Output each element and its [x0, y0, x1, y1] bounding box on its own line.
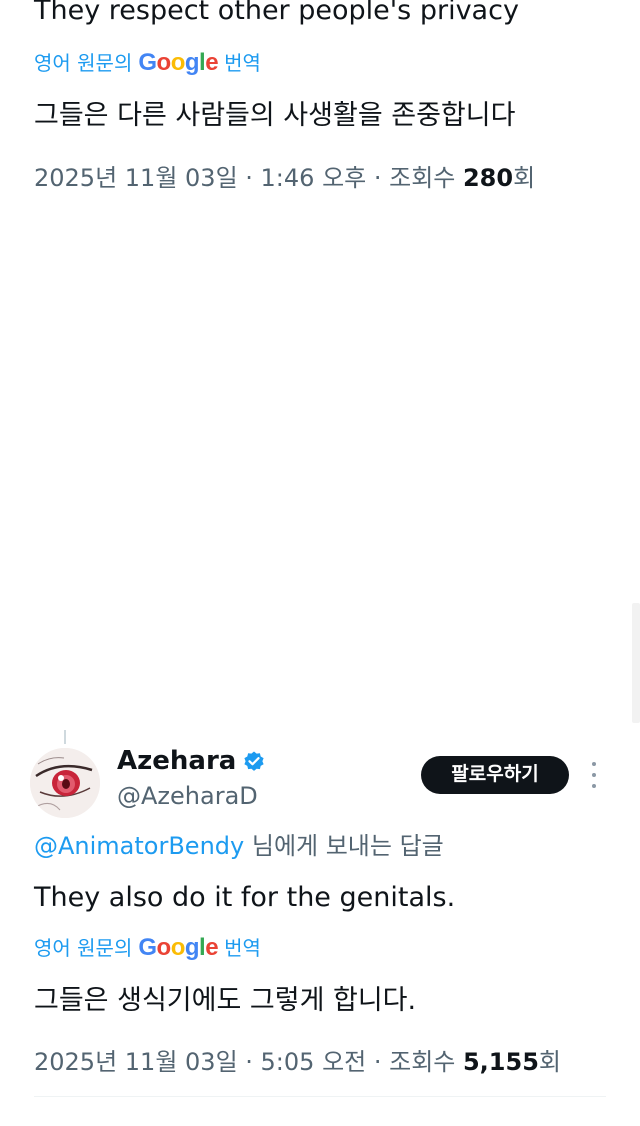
translated-text: 그들은 다른 사람들의 사생활을 존중합니다	[34, 100, 516, 131]
tweet-thread-page: They respect other people's privacy 영어 원…	[0, 0, 640, 1126]
reply-context-label: 님에게 보내는 답글	[244, 832, 444, 860]
tweet-text: They respect other people's privacy	[34, 0, 519, 26]
tweet-text: They also do it for the genitals.	[34, 882, 456, 913]
verified-badge-icon	[244, 751, 264, 771]
translated-text: 그들은 생식기에도 그렇게 합니다.	[34, 985, 417, 1016]
display-name-text: Azehara	[117, 746, 237, 776]
translation-attribution: 영어 원문의 Google 번역	[34, 934, 261, 962]
tweet-meta: 2025년 11월 03일 · 5:05 오전 · 조회수 5,155회	[34, 1046, 561, 1078]
view-count-suffix: 회	[538, 1048, 561, 1076]
reply-mention-link[interactable]: @AnimatorBendy	[34, 832, 244, 860]
translation-suffix: 번역	[224, 51, 261, 75]
tweet-timestamp[interactable]: 2025년 11월 03일 · 5:05 오전 · 조회수	[34, 1048, 463, 1076]
translation-prefix: 영어 원문의	[34, 936, 133, 960]
view-count: 5,155	[462, 1048, 539, 1076]
divider	[34, 1096, 606, 1097]
google-logo: Google	[138, 934, 219, 961]
translation-attribution: 영어 원문의 Google 번역	[34, 49, 261, 77]
display-name[interactable]: Azehara	[117, 744, 266, 778]
thread-connector	[64, 730, 66, 744]
translation-prefix: 영어 원문의	[34, 51, 133, 75]
view-count: 280	[462, 164, 514, 192]
anime-eye-avatar-icon	[30, 748, 100, 818]
tweet-timestamp[interactable]: 2025년 11월 03일 · 1:46 오후 · 조회수	[34, 164, 463, 192]
avatar[interactable]	[30, 748, 100, 818]
google-logo: Google	[138, 49, 219, 76]
more-options-icon[interactable]	[586, 762, 602, 788]
scrollbar[interactable]	[632, 603, 640, 723]
view-count-suffix: 회	[513, 164, 536, 192]
tweet-meta: 2025년 11월 03일 · 1:46 오후 · 조회수 280회	[34, 162, 535, 194]
reply-context: @AnimatorBendy 님에게 보내는 답글	[34, 830, 444, 862]
user-handle[interactable]: @AzeharaD	[117, 780, 258, 812]
follow-button[interactable]: 팔로우하기	[421, 756, 569, 794]
translation-suffix: 번역	[224, 936, 261, 960]
